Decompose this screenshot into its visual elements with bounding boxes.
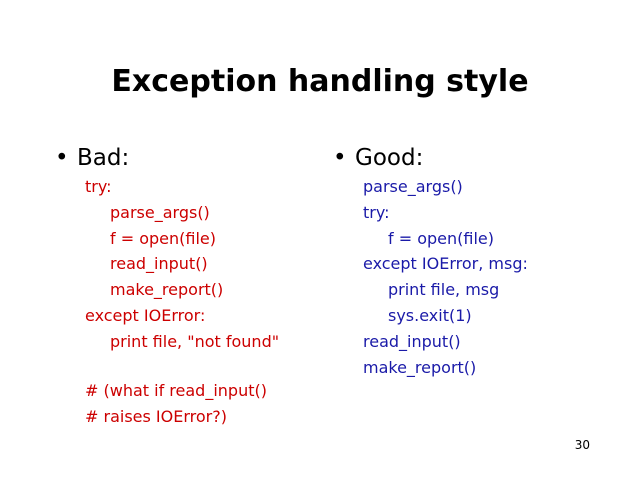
- bullet-bad: • Bad:: [55, 143, 129, 173]
- bullet-good-label: Good:: [355, 145, 424, 171]
- bad-comment-line: # (what if read_input(): [85, 381, 267, 400]
- good-code-line: f = open(file): [388, 228, 494, 248]
- good-code-line: read_input(): [363, 331, 461, 351]
- bullet-dot-icon: •: [55, 145, 69, 171]
- bad-code-line: make_report(): [110, 280, 224, 300]
- bad-code-line: f = open(file): [110, 228, 216, 248]
- good-code-line: sys.exit(1): [388, 305, 472, 325]
- page-number: 30: [574, 438, 590, 452]
- good-code-block: parse_args() try: f = open(file) except IOE…: [363, 174, 528, 380]
- slide-title: Exception handling style: [111, 64, 529, 99]
- bullet-bad-label: Bad:: [77, 145, 130, 171]
- bad-code-comment: # (what if read_input() # raises IOError?…: [85, 378, 267, 430]
- good-code-line: try:: [363, 202, 390, 222]
- bad-code-line: except IOError:: [85, 305, 206, 325]
- bad-comment-line: # raises IOError?): [85, 406, 227, 426]
- bad-code-block: try: parse_args()f = open(file) read_input…: [85, 174, 279, 355]
- bad-code-line: parse_args(): [110, 202, 210, 222]
- good-code-line: print file, msg: [388, 280, 500, 300]
- bullet-dot-icon: •: [333, 145, 347, 171]
- bad-code-line: read_input(): [110, 254, 208, 274]
- bad-code-line: print file, "not found": [110, 331, 280, 351]
- good-code-line: parse_args(): [363, 177, 463, 196]
- good-code-line: make_report(): [363, 357, 477, 377]
- bullet-good: • Good:: [333, 143, 423, 173]
- bad-code-line: try:: [85, 177, 112, 196]
- good-code-line: except IOError, msg:: [363, 254, 528, 274]
